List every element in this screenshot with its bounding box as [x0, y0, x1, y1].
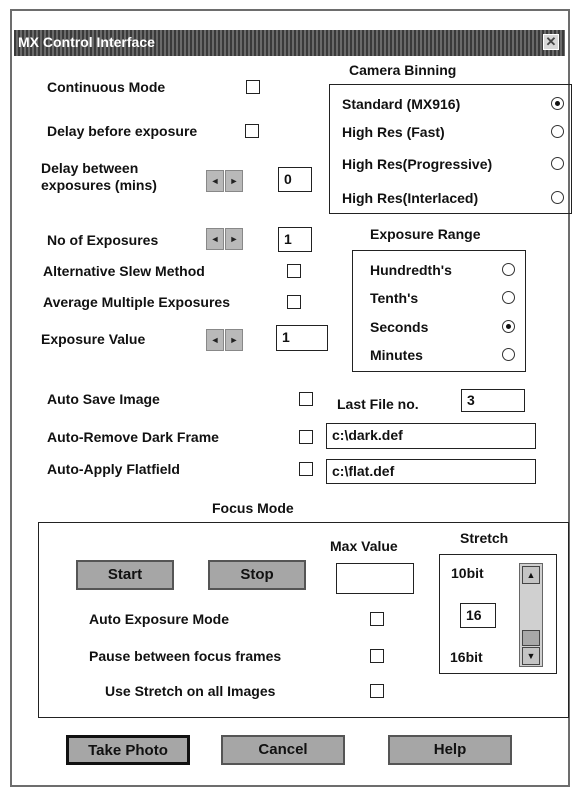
title-bar[interactable]: MX Control Interface ✕ — [14, 30, 565, 56]
delay-before-exposure-label: Delay before exposure — [47, 123, 198, 139]
flatfield-path-field[interactable]: c:\flat.def — [326, 459, 536, 484]
range-radio-hundredths[interactable] — [502, 263, 515, 276]
binning-option-label: High Res(Interlaced) — [342, 190, 479, 206]
exposure-value-label: Exposure Value — [41, 331, 146, 347]
delay-between-label-line1: Delay between — [41, 160, 139, 176]
stretch-title: Stretch — [460, 530, 509, 546]
auto-remove-dark-checkbox[interactable] — [299, 430, 313, 444]
no-of-exposures-spinner[interactable]: ◄ ► — [206, 228, 244, 250]
exposure-range-title: Exposure Range — [370, 226, 481, 242]
auto-exposure-mode-checkbox[interactable] — [370, 612, 384, 626]
binning-option-label: High Res (Fast) — [342, 124, 445, 140]
spin-right-icon[interactable]: ► — [225, 228, 243, 250]
alt-slew-checkbox[interactable] — [287, 264, 301, 278]
spin-right-icon[interactable]: ► — [225, 329, 243, 351]
max-value-label: Max Value — [330, 538, 398, 554]
window-title: MX Control Interface — [18, 34, 155, 50]
use-stretch-checkbox[interactable] — [370, 684, 384, 698]
auto-remove-dark-label: Auto-Remove Dark Frame — [47, 429, 219, 445]
dark-frame-path-field[interactable]: c:\dark.def — [326, 423, 536, 449]
focus-mode-title: Focus Mode — [212, 500, 294, 516]
exposure-value-spinner[interactable]: ◄ ► — [206, 329, 244, 351]
delay-between-label-line2: exposures (mins) — [41, 177, 157, 193]
exposure-value-field[interactable]: 1 — [276, 325, 328, 351]
binning-option-label: Standard (MX916) — [342, 96, 461, 112]
max-value-field[interactable] — [336, 563, 414, 594]
avg-multiple-checkbox[interactable] — [287, 295, 301, 309]
auto-exposure-mode-label: Auto Exposure Mode — [89, 611, 230, 627]
scroll-up-icon[interactable]: ▲ — [522, 566, 540, 584]
continuous-mode-label: Continuous Mode — [47, 79, 166, 95]
range-option-label: Hundredth's — [370, 262, 452, 278]
spin-left-icon[interactable]: ◄ — [206, 329, 224, 351]
scroll-down-icon[interactable]: ▼ — [522, 647, 540, 665]
no-of-exposures-field[interactable]: 1 — [278, 227, 312, 252]
start-button[interactable]: Start — [76, 560, 174, 590]
help-button[interactable]: Help — [388, 735, 512, 765]
auto-save-label: Auto Save Image — [47, 391, 160, 407]
range-radio-tenths[interactable] — [502, 291, 515, 304]
binning-radio-high-res-progressive[interactable] — [551, 157, 564, 170]
scrollbar-thumb[interactable] — [522, 630, 540, 646]
stretch-bottom-label: 16bit — [450, 649, 483, 665]
binning-option-label: High Res(Progressive) — [342, 156, 493, 172]
last-file-no-field[interactable]: 3 — [461, 389, 525, 412]
pause-between-checkbox[interactable] — [370, 649, 384, 663]
continuous-mode-checkbox[interactable] — [246, 80, 260, 94]
take-photo-button[interactable]: Take Photo — [66, 735, 190, 765]
auto-apply-flat-checkbox[interactable] — [299, 462, 313, 476]
range-radio-minutes[interactable] — [502, 348, 515, 361]
range-option-label: Seconds — [370, 319, 429, 335]
camera-binning-title: Camera Binning — [349, 62, 457, 78]
pause-between-label: Pause between focus frames — [89, 648, 282, 664]
use-stretch-label: Use Stretch on all Images — [105, 683, 276, 699]
stretch-top-label: 10bit — [451, 565, 484, 581]
auto-save-checkbox[interactable] — [299, 392, 313, 406]
range-option-label: Tenth's — [370, 290, 419, 306]
delay-before-exposure-checkbox[interactable] — [245, 124, 259, 138]
delay-between-spinner[interactable]: ◄ ► — [206, 170, 244, 192]
range-radio-seconds[interactable] — [502, 320, 515, 333]
binning-radio-standard[interactable] — [551, 97, 564, 110]
avg-multiple-label: Average Multiple Exposures — [43, 294, 230, 310]
last-file-no-label: Last File no. — [337, 396, 419, 412]
auto-apply-flat-label: Auto-Apply Flatfield — [47, 461, 180, 477]
binning-radio-high-res-fast[interactable] — [551, 125, 564, 138]
range-option-label: Minutes — [370, 347, 423, 363]
stop-button[interactable]: Stop — [208, 560, 306, 590]
binning-radio-high-res-interlaced[interactable] — [551, 191, 564, 204]
alt-slew-label: Alternative Slew Method — [43, 263, 205, 279]
spin-left-icon[interactable]: ◄ — [206, 170, 224, 192]
cancel-button[interactable]: Cancel — [221, 735, 345, 765]
close-button[interactable]: ✕ — [543, 34, 559, 50]
spin-left-icon[interactable]: ◄ — [206, 228, 224, 250]
stretch-value-field[interactable]: 16 — [460, 603, 496, 628]
delay-between-field[interactable]: 0 — [278, 167, 312, 192]
no-of-exposures-label: No of Exposures — [47, 232, 159, 248]
spin-right-icon[interactable]: ► — [225, 170, 243, 192]
